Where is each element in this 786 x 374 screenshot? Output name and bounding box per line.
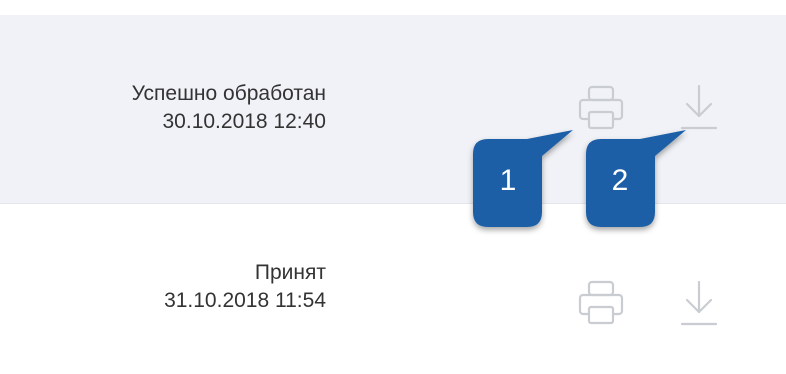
printer-icon [578, 85, 624, 130]
status-text: Принят [254, 261, 326, 284]
status-datetime: 30.10.2018 12:40 [162, 110, 327, 133]
status-datetime: 31.10.2018 11:54 [164, 289, 326, 312]
status-text: Успешно обработан [131, 82, 326, 105]
printer-icon [578, 280, 624, 325]
status-cell: Принят 31.10.2018 11:54 [164, 259, 326, 315]
status-cell: Успешно обработан 30.10.2018 12:40 [132, 80, 326, 136]
print-button[interactable] [576, 82, 626, 132]
download-icon [680, 280, 718, 326]
callout-1-number: 1 [499, 164, 517, 197]
download-button[interactable] [679, 279, 719, 329]
download-button[interactable] [679, 83, 719, 133]
table-row: Принят 31.10.2018 11:54 [0, 204, 786, 374]
print-button[interactable] [576, 277, 626, 327]
callout-2-number: 2 [611, 164, 629, 197]
download-icon [680, 84, 718, 130]
table-row: Успешно обработан 30.10.2018 12:40 [0, 15, 786, 204]
